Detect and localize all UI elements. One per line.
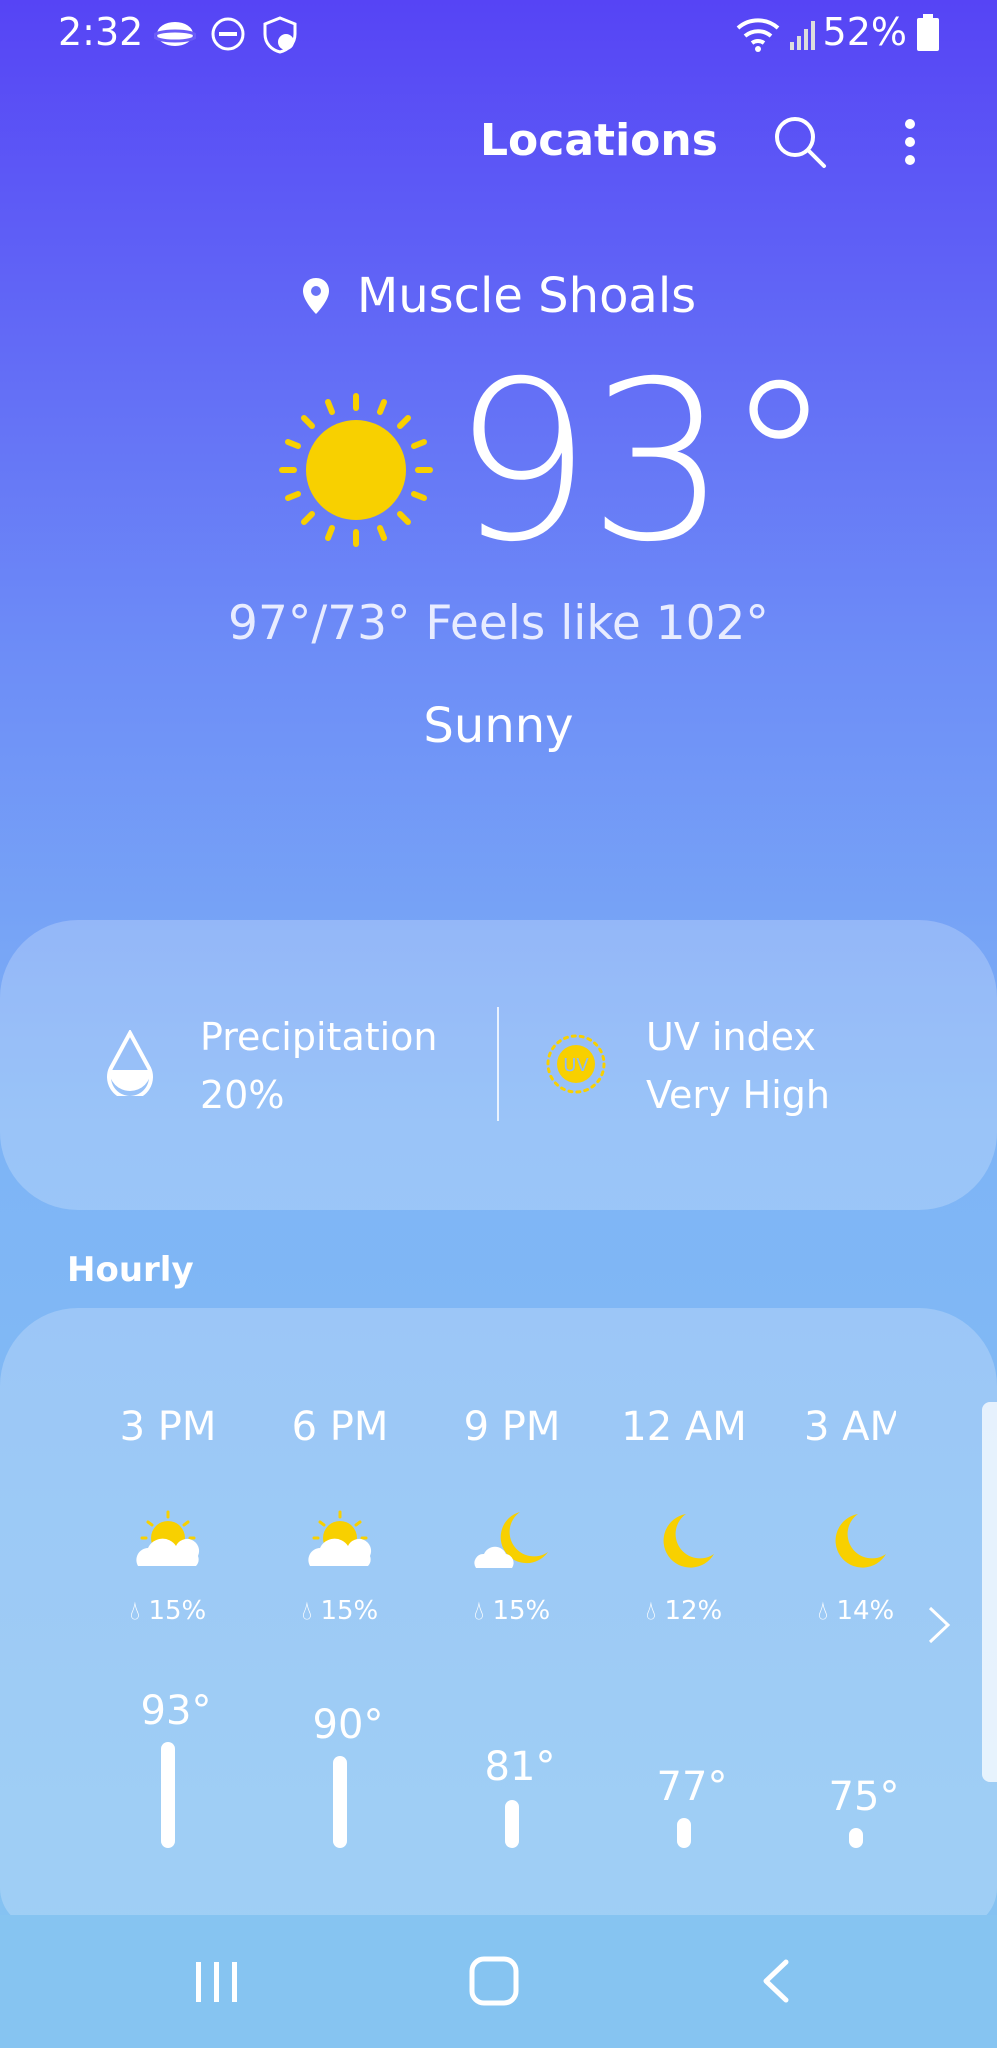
scroll-handle[interactable] [982, 1402, 997, 1782]
hourly-time: 12 AM [621, 1404, 747, 1450]
more-vertical-icon [905, 119, 915, 165]
battery-icon [916, 14, 940, 56]
recents-button[interactable] [192, 1958, 242, 2006]
temperature-bar [677, 1818, 691, 1848]
hourly-precip-value: 12% [664, 1596, 723, 1626]
secure-folder-icon [262, 16, 298, 58]
temperature-bar [849, 1828, 863, 1848]
drop-icon: 💧︎ [817, 1596, 829, 1626]
battery-percent: 52% [822, 10, 907, 54]
temperature-bar [161, 1742, 175, 1848]
uv-index-label: UV index [646, 1015, 816, 1059]
partly-sunny-icon [300, 1508, 380, 1574]
temperature-bar [333, 1756, 347, 1848]
status-time: 2:32 [58, 10, 144, 54]
hourly-precip: 💧︎ 15% [432, 1596, 592, 1627]
hourly-temperature: 81° [484, 1744, 556, 1790]
hourly-precip-value: 15% [492, 1596, 551, 1626]
drop-icon: 💧︎ [301, 1596, 313, 1626]
moon-cloud-icon [472, 1508, 552, 1574]
uv-index-value: Very High [646, 1073, 830, 1117]
hourly-precip: 💧︎ 15% [88, 1596, 248, 1627]
partly-sunny-icon [128, 1508, 208, 1574]
hourly-time: 3 AM [804, 1404, 896, 1450]
search-button[interactable] [770, 112, 830, 172]
drop-icon: 💧︎ [129, 1596, 141, 1626]
signal-icon [788, 16, 820, 56]
drop-icon: 💧︎ [473, 1596, 485, 1626]
hourly-precip: 💧︎ 12% [604, 1596, 764, 1627]
hourly-temperature: 93° [140, 1688, 212, 1734]
status-bar: 2:32 52% [0, 0, 997, 70]
hourly-temperature: 75° [828, 1774, 900, 1820]
precipitation-drop-icon [105, 1028, 155, 1100]
back-icon [763, 1959, 789, 2003]
do-not-disturb-icon [210, 16, 246, 56]
uv-index-icon: UV [545, 1033, 607, 1095]
back-button[interactable] [758, 1956, 794, 2006]
high-low-feels-like: 97°/73° Feels like 102° [228, 596, 769, 651]
hourly-precip-value: 14% [836, 1596, 895, 1626]
home-button[interactable] [468, 1955, 520, 2007]
weather-condition: Sunny [423, 698, 574, 754]
moon-icon [816, 1508, 896, 1574]
location-pin-icon [302, 278, 329, 314]
hourly-precip: 💧︎ 15% [260, 1596, 420, 1627]
hourly-title: Hourly [67, 1250, 194, 1290]
hourly-precip-value: 15% [148, 1596, 207, 1626]
location-name: Muscle Shoals [356, 268, 697, 324]
precipitation-label: Precipitation [200, 1015, 438, 1059]
cloud-icon [152, 16, 198, 56]
hourly-temperature: 77° [656, 1764, 728, 1810]
chevron-right-icon [928, 1606, 951, 1644]
drop-icon: 💧︎ [645, 1596, 657, 1626]
hourly-temperature: 90° [312, 1702, 384, 1748]
more-options-button[interactable] [880, 112, 940, 172]
current-temperature: 93° [452, 334, 834, 590]
locations-button[interactable]: Locations [480, 115, 718, 166]
recents-icon [196, 1962, 237, 2002]
home-icon [469, 1956, 519, 2006]
hourly-time: 3 PM [119, 1404, 217, 1450]
hourly-time: 9 PM [463, 1404, 561, 1450]
hourly-time: 6 PM [291, 1404, 389, 1450]
wifi-icon [735, 16, 781, 56]
search-icon [775, 117, 826, 168]
hourly-precip-value: 15% [320, 1596, 379, 1626]
hourly-next-button[interactable] [920, 1600, 956, 1650]
uv-badge-text: UV [563, 1055, 589, 1076]
details-divider [497, 1007, 499, 1121]
moon-icon [644, 1508, 724, 1574]
hourly-precip: 💧︎ 14% [776, 1596, 936, 1627]
sun-icon [276, 390, 436, 550]
precipitation-value: 20% [200, 1073, 285, 1117]
location-header[interactable]: Muscle Shoals [0, 268, 997, 324]
temperature-bar [505, 1800, 519, 1848]
